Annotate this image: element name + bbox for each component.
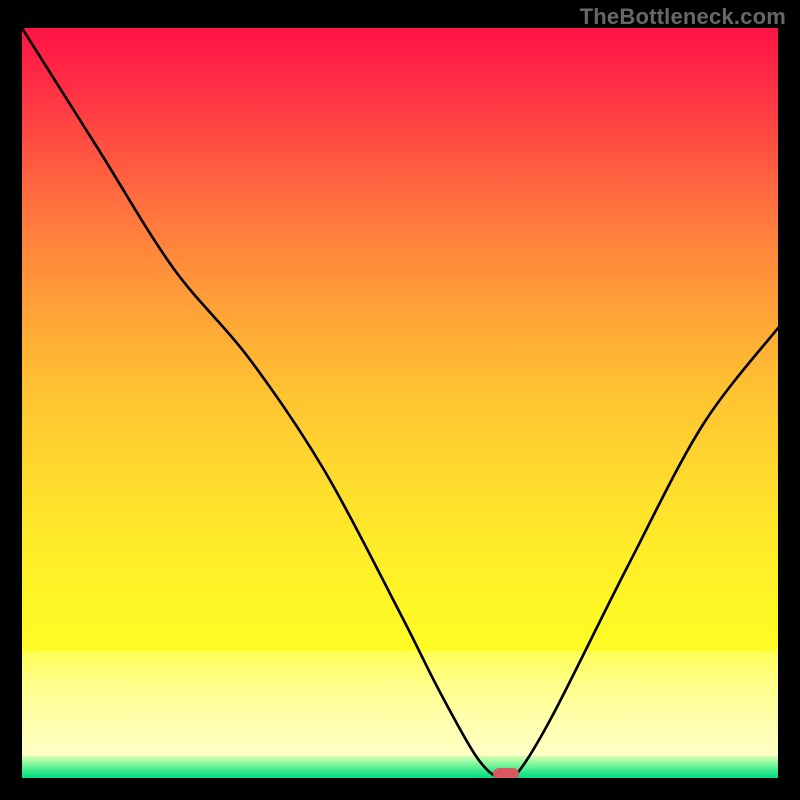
plot-area (22, 28, 778, 778)
chart-container: TheBottleneck.com (0, 0, 800, 800)
optimal-point-marker (493, 768, 519, 779)
bottleneck-curve (22, 28, 778, 778)
watermark-text: TheBottleneck.com (580, 4, 786, 30)
